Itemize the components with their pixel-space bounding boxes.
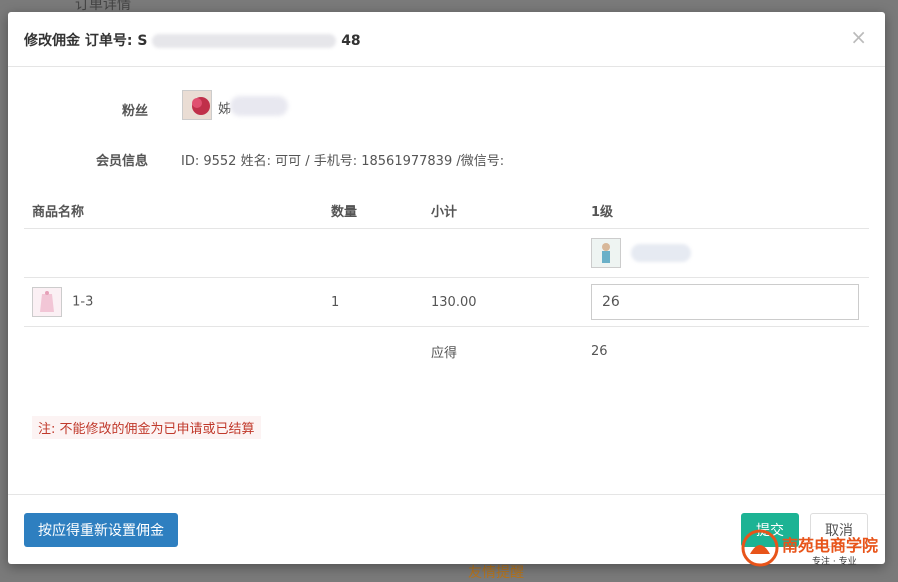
referrer-avatar — [591, 238, 621, 268]
fan-avatar — [182, 90, 212, 120]
table-row: 1-3 1 130.00 — [24, 277, 869, 327]
product-thumbnail — [32, 287, 62, 317]
table-header-row: 商品名称 数量 小计 1级 — [24, 192, 869, 229]
modal-title-prefix: 修改佣金 订单号: S — [24, 33, 148, 49]
product-name: 1-3 — [72, 294, 94, 310]
subtotal-cell: 130.00 — [423, 277, 583, 327]
watermark-logo: 南苑电商学院 专注 · 专业 — [740, 528, 896, 568]
watermark-text: 南苑电商学院 — [782, 536, 879, 555]
summary-value: 26 — [591, 343, 608, 359]
member-info-label: 会员信息 — [95, 154, 148, 169]
level1-commission-input[interactable] — [591, 284, 859, 320]
member-info-text: ID: 9552 姓名: 可可 / 手机号: 18561977839 /微信号: — [181, 154, 505, 169]
summary-label: 应得 — [431, 345, 458, 361]
summary-row: 应得 26 — [24, 327, 869, 376]
modal-title: 修改佣金 订单号: S 48 — [24, 30, 361, 50]
watermark-subtext: 专注 · 专业 — [812, 557, 857, 567]
col-quantity: 数量 — [323, 192, 423, 229]
edit-commission-modal: 修改佣金 订单号: S 48 × 粉丝 姊 会员信息 ID: 9552 姓名: … — [8, 12, 885, 564]
modal-header: 修改佣金 订单号: S 48 × — [8, 12, 885, 67]
col-level1: 1级 — [583, 192, 869, 229]
fans-label: 粉丝 — [121, 104, 148, 119]
referrer-row — [24, 228, 869, 278]
modal-title-suffix: 48 — [341, 33, 361, 49]
reset-commission-button[interactable]: 按应得重新设置佣金 — [24, 513, 178, 547]
col-subtotal: 小计 — [423, 192, 583, 229]
commission-note: 注: 不能修改的佣金为已申请或已结算 — [32, 416, 261, 439]
order-number-redacted — [152, 34, 337, 48]
referrer-name-redacted — [631, 244, 692, 262]
backdrop-bottom-text: 友情提醒 — [468, 565, 524, 581]
col-product: 商品名称 — [24, 192, 323, 229]
fan-name: 姊 — [218, 102, 232, 117]
commission-table: 商品名称 数量 小计 1级 1-3 1 130.00 26 应得 26 — [24, 192, 869, 375]
fan-name-redacted — [230, 96, 288, 116]
close-icon[interactable]: × — [850, 27, 867, 47]
quantity-cell: 1 — [323, 277, 423, 327]
